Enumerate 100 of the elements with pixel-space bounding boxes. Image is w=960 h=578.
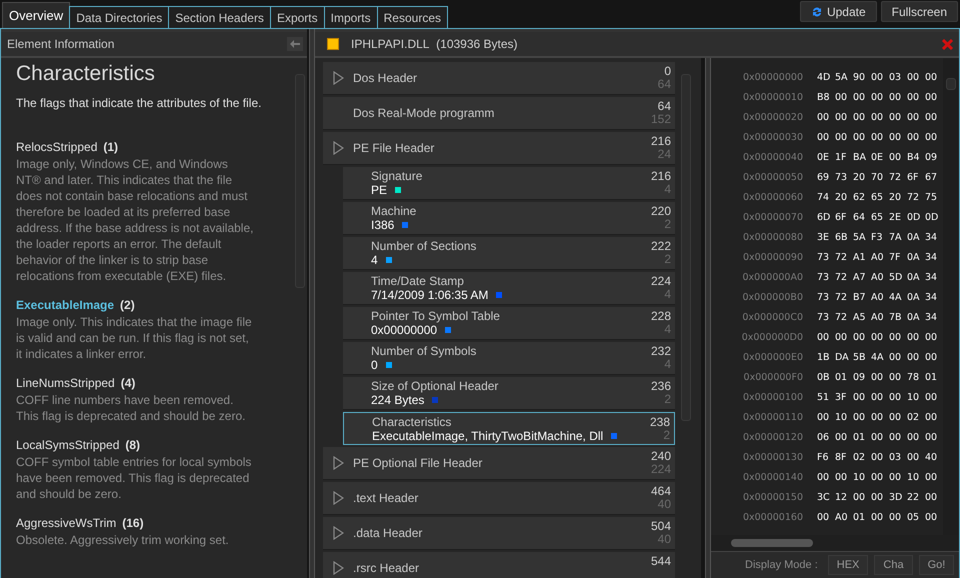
hex-byte: 00: [889, 392, 902, 402]
hex-byte: 00: [925, 392, 938, 402]
scrollbar-thumb[interactable]: [731, 539, 813, 547]
offset-text: 240: [650, 450, 671, 463]
hex-byte: 00: [853, 392, 866, 402]
tab[interactable]: Data Directories: [69, 6, 170, 28]
hex-byte: A0: [871, 252, 885, 262]
hex-byte: 00: [925, 432, 938, 442]
hex-byte: 00: [889, 92, 902, 102]
hex-byte: F3: [871, 232, 884, 242]
footer-button[interactable]: Cha: [874, 555, 913, 575]
flag-value: (2): [120, 298, 135, 312]
hex-address: 0x00000000: [742, 72, 804, 82]
offset-text: 216: [650, 135, 671, 148]
expand-triangle-icon[interactable]: [332, 526, 344, 540]
hex-address: 0x00000120: [742, 432, 804, 442]
expand-triangle-icon[interactable]: [332, 491, 344, 505]
hex-byte: 02: [907, 412, 920, 422]
hex-byte: 72: [907, 192, 920, 202]
hex-byte: 01: [835, 372, 848, 382]
hex-byte: 00: [907, 452, 920, 462]
tree-row[interactable]: .rsrc Header 544: [323, 552, 675, 578]
hex-byte: 69: [817, 172, 830, 182]
offset-text: 228: [650, 310, 671, 323]
hex-byte: 20: [853, 172, 866, 182]
hex-byte: 62: [853, 192, 866, 202]
hex-byte: 20: [835, 192, 848, 202]
scrollbar-thumb[interactable]: [295, 74, 306, 288]
tab[interactable]: Resources: [376, 6, 448, 28]
element-summary: The flags that indicate the attributes of the file.: [16, 96, 262, 110]
hex-byte: 51: [817, 392, 830, 402]
hex-byte: 00: [925, 112, 938, 122]
hex-address: 0x00000130: [742, 452, 804, 462]
hex-byte: 70: [871, 172, 884, 182]
hex-byte: 7B: [889, 312, 903, 322]
hex-byte: A1: [853, 252, 867, 262]
update-button[interactable]: Update: [800, 1, 877, 22]
flag-description: Image only, Windows CE, and Windows NT® and later. This indicates that the file does not contain base relocations and must therefore be loaded at its preferred base address. If the base address is not available, the loader reports an error. The default behavior of the linker is to strip base relocations from executable (EXE) files.: [16, 156, 254, 284]
footer-button[interactable]: Go!: [918, 555, 954, 575]
hex-byte: 65: [871, 212, 884, 222]
offset-text: 544: [650, 555, 671, 568]
expand-triangle-icon[interactable]: [332, 71, 344, 85]
field-label: Time/Date Stamp: [371, 274, 465, 288]
hex-byte: 6D: [817, 212, 832, 222]
hex-byte: B8: [817, 92, 831, 102]
hex-byte: 00: [853, 92, 866, 102]
hex-byte: 00: [889, 132, 902, 142]
hex-byte: A0: [835, 512, 849, 522]
expand-triangle-icon[interactable]: [332, 456, 344, 470]
tab[interactable]: Overview: [2, 2, 70, 28]
tab[interactable]: Imports: [324, 6, 378, 28]
offset-text: 504: [650, 520, 671, 533]
hex-address: 0x000000F0: [742, 372, 804, 382]
field-label: Signature: [371, 169, 424, 183]
scrollbar-thumb[interactable]: [946, 78, 956, 90]
hex-address: 0x00000100: [742, 392, 804, 402]
hex-byte: 00: [817, 512, 830, 522]
tab[interactable]: Exports: [270, 6, 325, 28]
footer-button[interactable]: HEX: [828, 555, 868, 575]
hex-byte: 6B: [835, 232, 849, 242]
back-arrow-icon[interactable]: [287, 37, 304, 51]
expand-triangle-icon[interactable]: [332, 141, 344, 155]
hex-byte: A7: [853, 272, 867, 282]
hex-byte: 0A: [907, 272, 921, 282]
refresh-icon: [810, 6, 823, 18]
hex-byte: 34: [925, 232, 938, 242]
hex-byte: DA: [835, 352, 850, 362]
flag-description: Obsolete. Aggressively trim working set.: [16, 532, 230, 548]
hex-byte: 5A: [835, 72, 849, 82]
hex-byte: A0: [871, 292, 885, 302]
hex-byte: 7A: [889, 232, 903, 242]
offset-text: 464: [650, 485, 671, 498]
hex-byte: 00: [925, 412, 938, 422]
field-label: Size of Optional Header: [371, 379, 500, 393]
hex-byte: 72: [835, 252, 848, 262]
hex-byte: 0D: [907, 212, 922, 222]
tab[interactable]: Section Headers: [168, 6, 271, 28]
hex-byte: 73: [817, 312, 830, 322]
expand-triangle-icon[interactable]: [332, 561, 344, 575]
hex-byte: 4D: [817, 72, 832, 82]
hex-byte: 00: [817, 132, 830, 142]
hex-byte: 10: [907, 392, 920, 402]
hex-byte: 00: [925, 512, 938, 522]
hex-address: 0x000000E0: [742, 352, 804, 362]
hex-address: 0x00000080: [742, 232, 804, 242]
hex-byte: 00: [889, 472, 902, 482]
hex-byte: 12: [835, 492, 848, 502]
hex-byte: 73: [817, 272, 830, 282]
offset-text: 236: [650, 380, 671, 393]
hex-byte: 03: [889, 452, 902, 462]
hex-address: 0x00000040: [742, 152, 804, 162]
hex-byte: 00: [817, 472, 830, 482]
hex-byte: 00: [925, 352, 938, 362]
hex-byte: B4: [907, 152, 921, 162]
flag-description: COFF line numbers have been removed. This flag is deprecated and should be zero.: [16, 392, 246, 424]
hex-byte: 00: [871, 372, 884, 382]
close-icon[interactable]: [942, 38, 953, 50]
hex-byte: 0E: [871, 152, 884, 162]
hex-byte: 00: [871, 392, 884, 402]
fullscreen-button[interactable]: Fullscreen: [880, 1, 958, 22]
